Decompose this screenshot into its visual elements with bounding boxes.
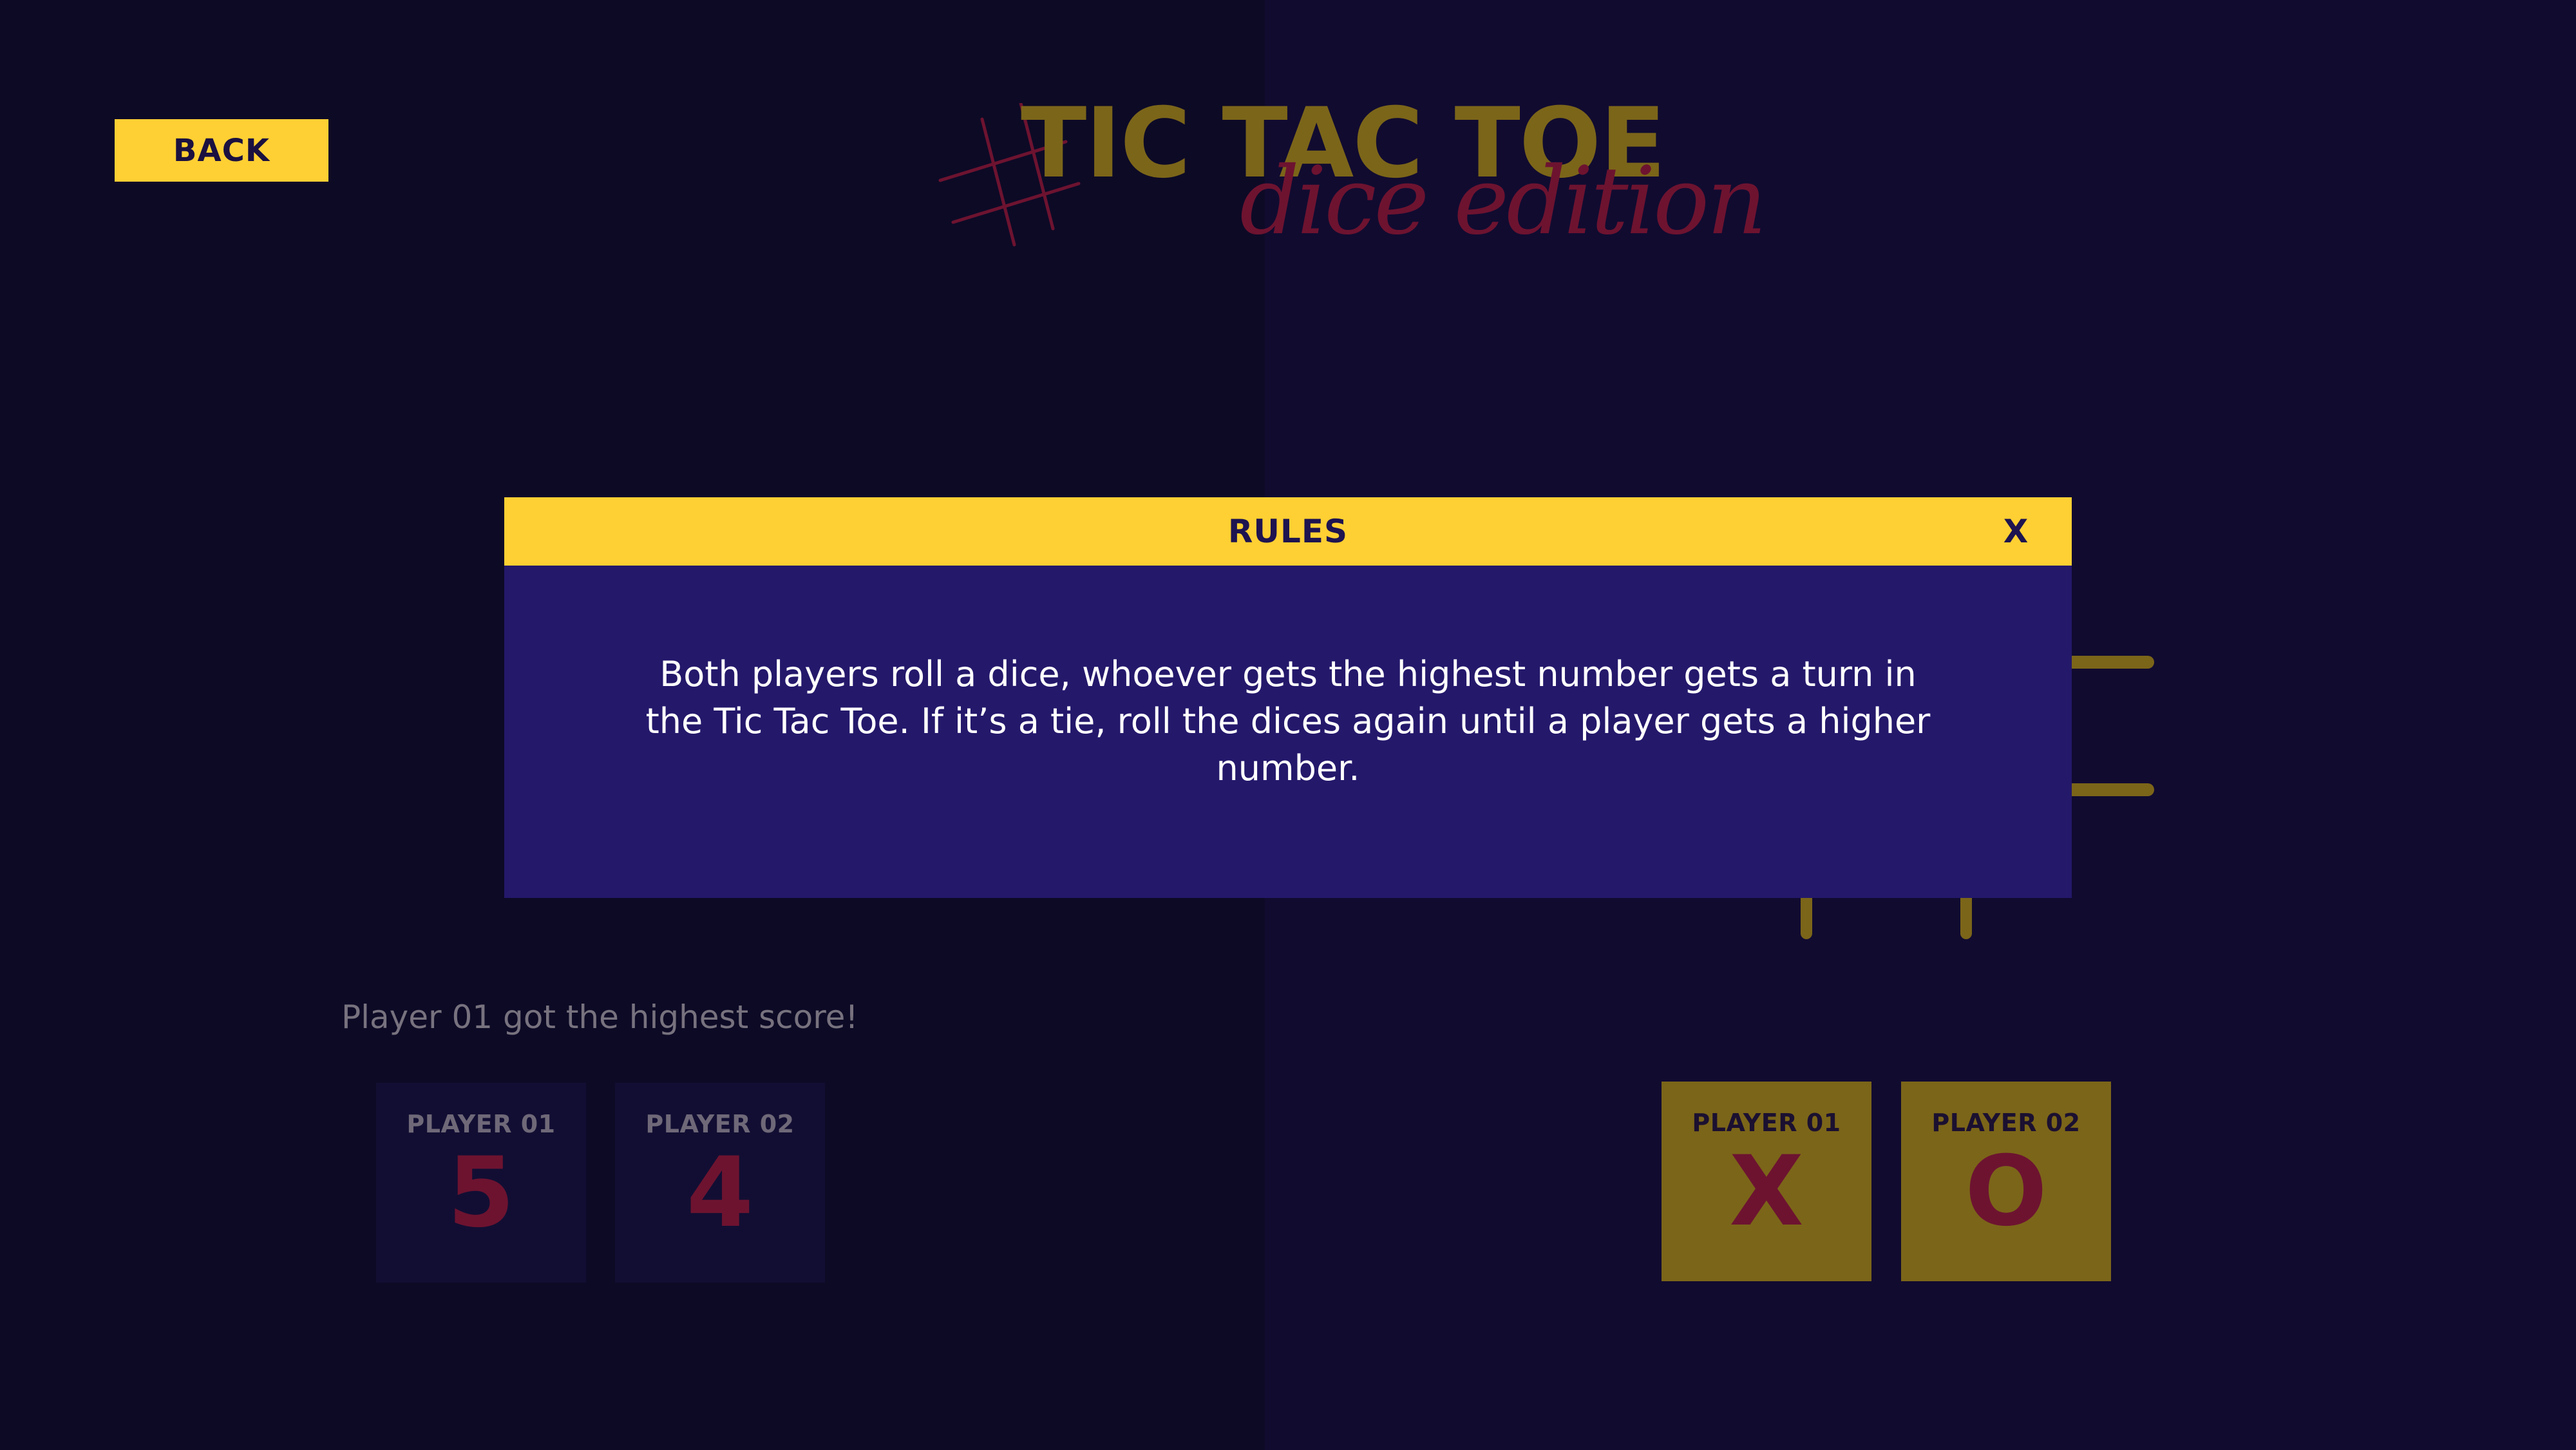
player-mark: O [1965, 1136, 2047, 1248]
board-line-horizontal-bottom [2061, 783, 2154, 796]
mark-card-label: PLAYER 02 [1931, 1109, 2081, 1137]
rules-modal: RULES X Both players roll a dice, whoeve… [504, 497, 2072, 898]
dice-card-player-01: PLAYER 01 5 [376, 1083, 586, 1283]
modal-title: RULES [1227, 513, 1349, 550]
mark-card-player-02: PLAYER 02 O [1901, 1082, 2111, 1281]
back-button[interactable]: BACK [115, 119, 328, 182]
close-button[interactable]: X [1993, 497, 2038, 566]
dice-card-label: PLAYER 02 [645, 1110, 795, 1138]
board-line-horizontal-top [2061, 656, 2154, 669]
mark-card-player-01: PLAYER 01 X [1662, 1082, 1871, 1281]
logo-subtitle: dice edition [1240, 147, 1767, 256]
dice-value: 4 [686, 1137, 754, 1249]
player-mark: X [1729, 1136, 1804, 1248]
game-screen: BACK TIC TAC TOE dice edition Player 01 … [0, 0, 2576, 1450]
dice-card-label: PLAYER 01 [406, 1110, 556, 1138]
rules-text: Both players roll a dice, whoever gets t… [645, 654, 1931, 788]
mark-card-label: PLAYER 01 [1692, 1109, 1841, 1137]
result-message: Player 01 got the highest score! [341, 998, 858, 1036]
dice-card-player-02: PLAYER 02 4 [615, 1083, 825, 1283]
dice-value: 5 [447, 1137, 515, 1249]
